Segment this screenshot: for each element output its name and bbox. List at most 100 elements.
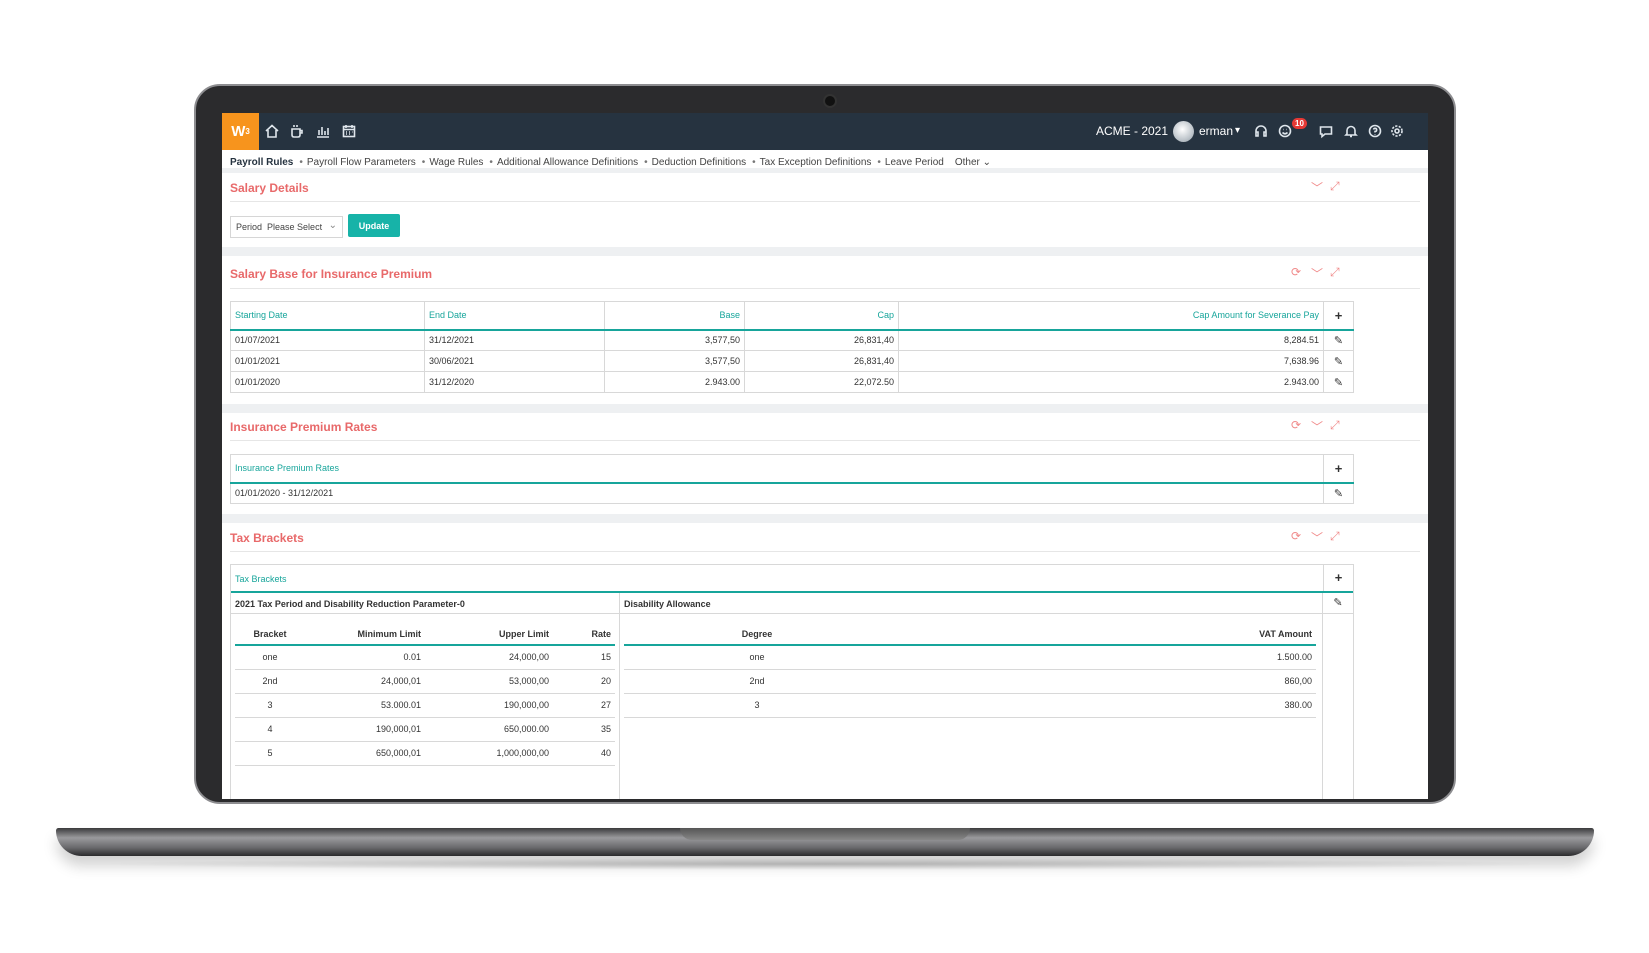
avatar[interactable] <box>1173 121 1194 142</box>
table-cell: 3,577,50 <box>604 350 745 372</box>
edit-icon[interactable]: ✎ <box>1323 371 1354 393</box>
divider <box>222 168 1428 173</box>
nav-item-payroll-flow-parameters[interactable]: Payroll Flow Parameters <box>307 157 416 168</box>
bell-icon[interactable] <box>1343 123 1359 139</box>
table-cell: 860,00 <box>890 669 1316 694</box>
nav-item-wage-rules[interactable]: Wage Rules <box>429 157 483 168</box>
column-header[interactable]: Starting Date <box>230 301 425 331</box>
nav-separator: • <box>644 157 648 168</box>
table-cell: 31/12/2021 <box>424 329 605 351</box>
table-row[interactable]: 5 650,000,01 1,000,000,00 40 <box>235 741 615 766</box>
table-row[interactable]: 3 53.000.01 190,000,00 27 <box>235 693 615 718</box>
chat-icon[interactable] <box>1318 123 1334 139</box>
refresh-icon[interactable]: ⟳ <box>1291 265 1301 279</box>
app-logo[interactable]: W3 <box>222 113 259 150</box>
section-title-salary-base: Salary Base for Insurance Premium <box>230 267 433 281</box>
period-select[interactable]: Period Please Select ⌄ <box>230 216 343 238</box>
table-row[interactable]: 4 190,000,01 650,000.00 35 <box>235 717 615 742</box>
update-button[interactable]: Update <box>348 214 400 237</box>
chart-icon[interactable] <box>315 123 331 139</box>
period-label: Period <box>236 222 263 232</box>
table-cell: 24,000,00 <box>425 645 553 670</box>
laptop-notch <box>680 828 970 840</box>
table-cell: 31/12/2020 <box>424 371 605 393</box>
divider <box>222 247 1428 256</box>
table-cell: 53.000.01 <box>305 693 425 718</box>
tax-brackets-header-label: Tax Brackets <box>235 574 287 584</box>
expand-icon[interactable]: ⤢ <box>1330 265 1340 280</box>
edit-icon[interactable]: ✎ <box>1323 593 1353 614</box>
logo-text: W <box>231 123 246 140</box>
table-cell: 2nd <box>624 669 890 694</box>
chevron-down-icon[interactable]: ▾ <box>1235 125 1240 136</box>
nav-item-leave-period[interactable]: Leave Period <box>885 157 944 168</box>
column-header[interactable]: Cap <box>744 301 899 331</box>
table-cell: 35 <box>553 717 615 742</box>
headset-icon[interactable] <box>1253 123 1269 139</box>
table-cell: 01/01/2020 - 31/12/2021 <box>230 482 1324 504</box>
period-value: Please Select <box>267 222 323 232</box>
table-row[interactable]: 01/01/2020 31/12/2020 2.943.00 22,072.50… <box>230 371 1354 393</box>
refresh-icon[interactable]: ⟳ <box>1291 418 1301 432</box>
add-row-button[interactable]: + <box>1323 301 1354 331</box>
smiley-icon[interactable] <box>1277 123 1293 139</box>
add-row-button[interactable]: + <box>1323 454 1354 484</box>
expand-icon[interactable]: ⤢ <box>1330 529 1340 544</box>
coffee-icon[interactable] <box>289 123 305 139</box>
disability-subpanel: Disability Allowance Degree VAT Amount o… <box>620 593 1323 799</box>
table-row[interactable]: 01/01/2021 30/06/2021 3,577,50 26,831,40… <box>230 350 1354 372</box>
section-divider <box>230 551 1420 552</box>
collapse-icon[interactable]: ﹀ <box>1311 265 1323 282</box>
gear-icon[interactable] <box>1389 123 1405 139</box>
table-row[interactable]: 01/01/2020 - 31/12/2021 ✎ <box>230 482 1354 504</box>
add-row-button[interactable]: + <box>1323 565 1353 591</box>
table-cell: 30/06/2021 <box>424 350 605 372</box>
table-cell: 3 <box>235 693 305 718</box>
table-row[interactable]: 2nd 24,000,01 53,000,00 20 <box>235 669 615 694</box>
nav-item-tax-exception[interactable]: Tax Exception Definitions <box>760 157 872 168</box>
table-cell: 190,000,00 <box>425 693 553 718</box>
calendar-icon[interactable] <box>341 123 357 139</box>
table-cell: 2.943.00 <box>898 371 1324 393</box>
table-cell: 190,000,01 <box>305 717 425 742</box>
table-cell: 20 <box>553 669 615 694</box>
expand-icon[interactable]: ⤢ <box>1330 179 1340 194</box>
help-icon[interactable] <box>1367 123 1383 139</box>
nav-item-additional-allowance[interactable]: Additional Allowance Definitions <box>497 157 638 168</box>
table-cell: 0.01 <box>305 645 425 670</box>
refresh-icon[interactable]: ⟳ <box>1291 529 1301 543</box>
table-row[interactable]: one 0.01 24,000,00 15 <box>235 645 615 670</box>
expand-icon[interactable]: ⤢ <box>1330 418 1340 433</box>
collapse-icon[interactable]: ﹀ <box>1311 418 1323 435</box>
edit-icon[interactable]: ✎ <box>1323 350 1354 372</box>
column-header[interactable]: Base <box>604 301 745 331</box>
collapse-icon[interactable]: ﹀ <box>1311 529 1323 546</box>
table-row[interactable]: 01/07/2021 31/12/2021 3,577,50 26,831,40… <box>230 329 1354 351</box>
section-title-salary-details: Salary Details <box>230 181 309 195</box>
edit-icon[interactable]: ✎ <box>1323 482 1354 504</box>
table-cell: one <box>624 645 890 670</box>
table-row[interactable]: one 1.500.00 <box>624 645 1316 670</box>
column-header[interactable]: Insurance Premium Rates <box>230 454 1324 484</box>
edit-icon[interactable]: ✎ <box>1323 329 1354 351</box>
chevron-down-icon: ⌄ <box>982 157 992 168</box>
column-header[interactable]: End Date <box>424 301 605 331</box>
column-header[interactable]: Cap Amount for Severance Pay <box>898 301 1324 331</box>
table-cell: 7,638.96 <box>898 350 1324 372</box>
screen: W3 ACME - 2021 erman ▾ 10 Payroll Rules … <box>222 113 1428 799</box>
table-cell: 1.500.00 <box>890 645 1316 670</box>
nav-item-other[interactable]: Other ⌄ <box>955 157 991 168</box>
nav-separator: • <box>421 157 426 168</box>
table-row[interactable]: 2nd 860,00 <box>624 669 1316 694</box>
nav-item-payroll-rules[interactable]: Payroll Rules <box>230 157 293 168</box>
table-row[interactable]: 3 380.00 <box>624 693 1316 718</box>
nav-item-deduction-definitions[interactable]: Deduction Definitions <box>652 157 747 168</box>
top-bar: W3 ACME - 2021 erman ▾ 10 <box>222 113 1428 150</box>
chevron-down-icon: ⌄ <box>328 220 337 231</box>
company-name[interactable]: ACME - 2021 <box>1096 124 1168 138</box>
table-cell: 15 <box>553 645 615 670</box>
column-header: Bracket <box>235 623 305 646</box>
table-header-row: Degree VAT Amount <box>624 623 1316 646</box>
collapse-icon[interactable]: ﹀ <box>1311 179 1323 196</box>
home-icon[interactable] <box>264 123 280 139</box>
